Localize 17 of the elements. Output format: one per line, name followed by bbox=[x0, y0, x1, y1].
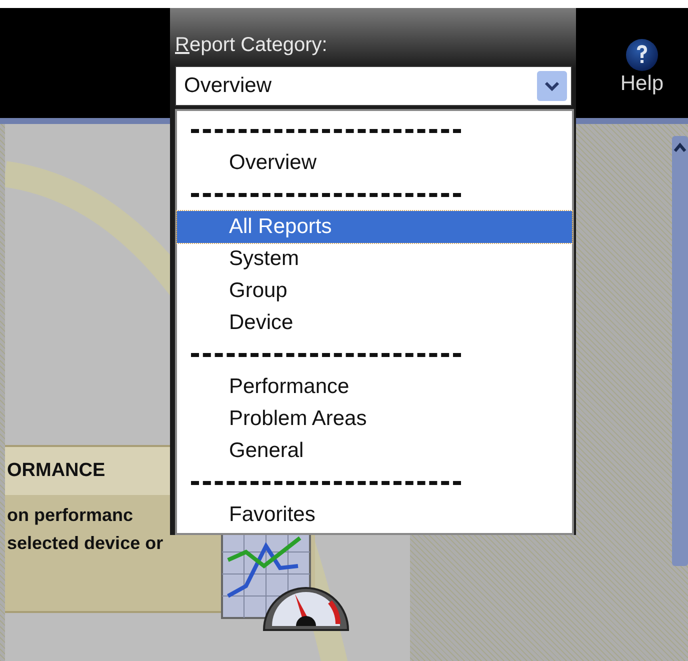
scroll-up-icon[interactable] bbox=[673, 142, 687, 154]
dropdown-option[interactable]: System bbox=[177, 243, 572, 275]
dropdown-option[interactable]: All Reports bbox=[177, 211, 572, 243]
help-label[interactable]: Help bbox=[620, 72, 664, 96]
scrollbar[interactable] bbox=[672, 136, 688, 566]
dropdown-option[interactable]: Favorites bbox=[177, 499, 572, 531]
field-label: Report Category: bbox=[174, 34, 328, 58]
dropdown-option[interactable]: Performance bbox=[177, 371, 572, 403]
help-icon[interactable] bbox=[625, 38, 659, 72]
card-text: selected device or bbox=[7, 532, 164, 555]
card-text: on performanc bbox=[7, 504, 134, 527]
category-select[interactable]: Overview bbox=[175, 66, 572, 106]
dropdown-option[interactable]: Problem Areas bbox=[177, 403, 572, 435]
chevron-down-icon[interactable] bbox=[537, 71, 567, 101]
dropdown-option[interactable]: Overview bbox=[177, 147, 572, 179]
dropdown-option[interactable]: Group bbox=[177, 275, 572, 307]
dropdown-option[interactable]: Device bbox=[177, 307, 572, 339]
